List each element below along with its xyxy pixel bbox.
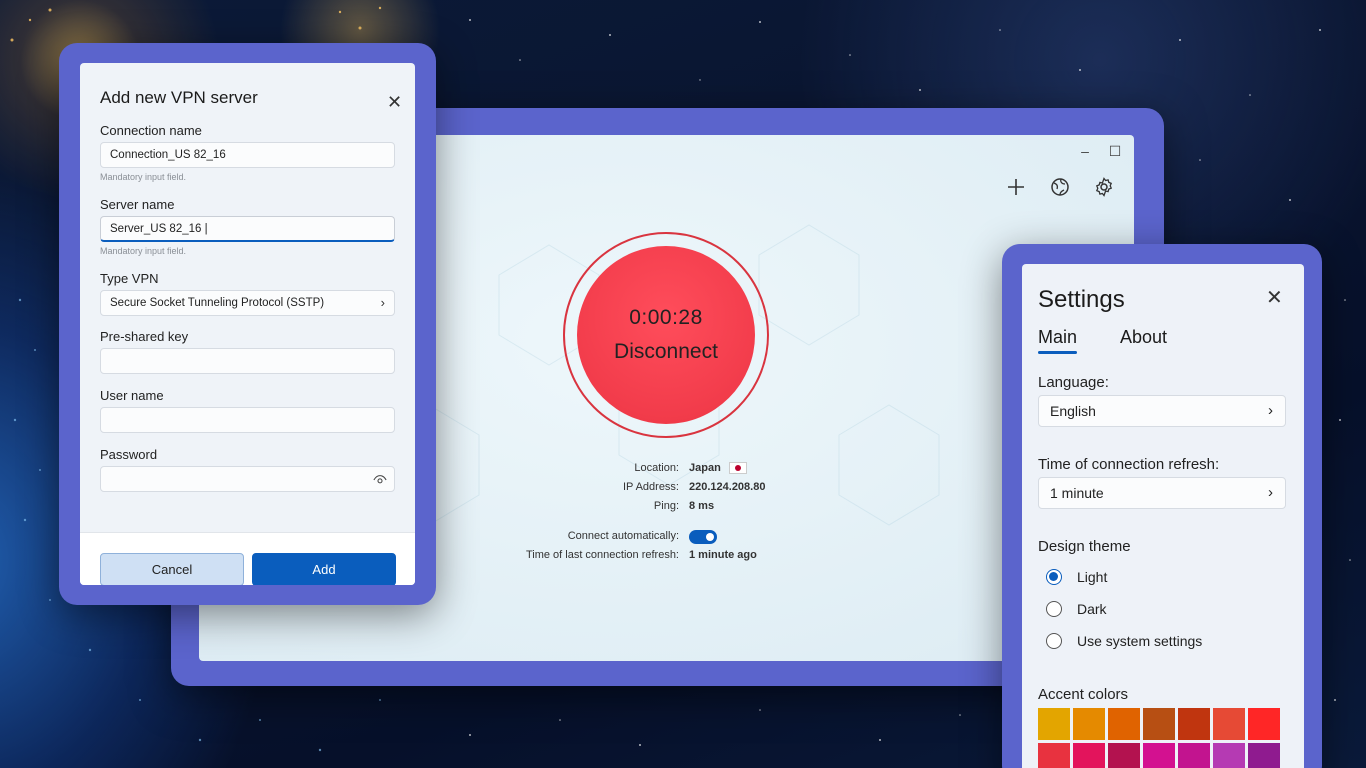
type-vpn-value: Secure Socket Tunneling Protocol (SSTP) bbox=[110, 297, 325, 309]
radio-unchecked-icon bbox=[1046, 633, 1062, 649]
connection-name-label: Connection name bbox=[100, 123, 202, 138]
user-name-label: User name bbox=[100, 388, 164, 403]
accent-swatch[interactable] bbox=[1038, 743, 1070, 768]
type-vpn-select[interactable]: Secure Socket Tunneling Protocol (SSTP) … bbox=[100, 290, 395, 316]
theme-light-radio[interactable]: Light bbox=[1046, 569, 1107, 585]
refresh-time-label: Time of connection refresh: bbox=[1038, 456, 1220, 473]
add-vpn-dialog-frame: Add new VPN server ✕ Connection name Con… bbox=[59, 43, 436, 605]
auto-connect-label: Connect automatically: bbox=[567, 530, 679, 542]
eye-icon[interactable] bbox=[373, 473, 387, 487]
password-input[interactable] bbox=[100, 466, 395, 492]
chevron-right-icon: › bbox=[1268, 402, 1273, 419]
ping-value: 8 ms bbox=[689, 500, 715, 512]
chevron-right-icon: › bbox=[380, 295, 385, 310]
accent-swatch[interactable] bbox=[1073, 708, 1105, 740]
disconnect-label: Disconnect bbox=[614, 340, 718, 363]
settings-panel-frame: Settings ✕ Main About Language: English … bbox=[1002, 244, 1322, 768]
dialog-title: Add new VPN server bbox=[100, 88, 258, 107]
close-icon[interactable]: ✕ bbox=[387, 93, 402, 111]
settings-title: Settings bbox=[1038, 286, 1125, 313]
location-row: Location: Japan bbox=[559, 462, 747, 474]
globe-icon[interactable] bbox=[1048, 175, 1072, 199]
accent-swatch[interactable] bbox=[1108, 708, 1140, 740]
psk-label: Pre-shared key bbox=[100, 329, 189, 344]
last-refresh-label: Time of last connection refresh: bbox=[525, 549, 679, 561]
accent-swatch[interactable] bbox=[1143, 743, 1175, 768]
theme-system-radio[interactable]: Use system settings bbox=[1046, 633, 1202, 649]
chevron-right-icon: › bbox=[1268, 484, 1273, 501]
accent-swatch[interactable] bbox=[1248, 743, 1280, 768]
type-vpn-label: Type VPN bbox=[100, 271, 159, 286]
add-icon[interactable] bbox=[1004, 175, 1028, 199]
server-name-input[interactable]: Server_US 82_16 | bbox=[100, 216, 395, 242]
accent-swatch[interactable] bbox=[1073, 743, 1105, 768]
ip-value: 220.124.208.80 bbox=[689, 481, 766, 493]
accent-swatch[interactable] bbox=[1248, 708, 1280, 740]
theme-light-label: Light bbox=[1077, 569, 1108, 585]
server-name-label: Server name bbox=[100, 197, 175, 212]
ip-row: IP Address: 220.124.208.80 bbox=[559, 481, 766, 493]
location-value: Japan bbox=[689, 462, 721, 474]
connection-timer: 0:00:28 bbox=[629, 306, 703, 329]
japan-flag-icon bbox=[728, 462, 747, 474]
minimize-button[interactable]: – bbox=[1073, 141, 1097, 161]
password-label: Password bbox=[100, 447, 158, 462]
user-name-input[interactable] bbox=[100, 407, 395, 433]
accent-swatch[interactable] bbox=[1178, 708, 1210, 740]
theme-dark-label: Dark bbox=[1077, 601, 1107, 617]
auto-connect-row: Connect automatically: bbox=[559, 530, 717, 544]
add-vpn-dialog: Add new VPN server ✕ Connection name Con… bbox=[80, 63, 415, 585]
last-refresh-row: Time of last connection refresh: 1 minut… bbox=[526, 549, 757, 561]
accent-color-grid bbox=[1038, 708, 1280, 768]
dialog-footer: Cancel Add bbox=[80, 532, 415, 585]
maximize-button[interactable]: ☐ bbox=[1103, 141, 1127, 161]
server-name-hint: Mandatory input field. bbox=[100, 246, 187, 256]
radio-unchecked-icon bbox=[1046, 601, 1062, 617]
theme-system-label: Use system settings bbox=[1077, 633, 1203, 649]
accent-swatch[interactable] bbox=[1178, 743, 1210, 768]
refresh-time-value: 1 minute bbox=[1050, 485, 1104, 501]
theme-dark-radio[interactable]: Dark bbox=[1046, 601, 1107, 617]
accent-swatch[interactable] bbox=[1143, 708, 1175, 740]
gear-icon[interactable] bbox=[1092, 175, 1116, 199]
settings-panel: Settings ✕ Main About Language: English … bbox=[1022, 264, 1304, 768]
cancel-button[interactable]: Cancel bbox=[100, 553, 244, 585]
accent-swatch[interactable] bbox=[1213, 743, 1245, 768]
location-label: Location: bbox=[634, 462, 679, 474]
tab-about[interactable]: About bbox=[1120, 327, 1167, 348]
close-icon[interactable]: ✕ bbox=[1266, 288, 1283, 308]
refresh-time-select[interactable]: 1 minute › bbox=[1038, 477, 1286, 509]
design-theme-heading: Design theme bbox=[1038, 538, 1131, 555]
last-refresh-value: 1 minute ago bbox=[689, 549, 757, 561]
disconnect-button[interactable]: 0:00:28 Disconnect bbox=[577, 246, 755, 424]
language-label: Language: bbox=[1038, 374, 1109, 391]
accent-swatch[interactable] bbox=[1108, 743, 1140, 768]
language-select[interactable]: English › bbox=[1038, 395, 1286, 427]
connection-name-hint: Mandatory input field. bbox=[100, 172, 187, 182]
disconnect-ring: 0:00:28 Disconnect bbox=[563, 232, 769, 438]
add-button[interactable]: Add bbox=[252, 553, 396, 585]
tab-main[interactable]: Main bbox=[1038, 327, 1078, 354]
accent-swatch[interactable] bbox=[1038, 708, 1070, 740]
accent-swatch[interactable] bbox=[1213, 708, 1245, 740]
psk-input[interactable] bbox=[100, 348, 395, 374]
ping-row: Ping: 8 ms bbox=[559, 500, 714, 512]
close-button[interactable]: ✕ bbox=[1133, 141, 1134, 161]
accent-colors-heading: Accent colors bbox=[1038, 686, 1129, 703]
auto-connect-toggle[interactable] bbox=[689, 530, 717, 544]
language-value: English bbox=[1050, 403, 1096, 419]
ip-label: IP Address: bbox=[622, 481, 679, 493]
ping-label: Ping: bbox=[653, 500, 679, 512]
radio-checked-icon bbox=[1046, 569, 1062, 585]
connection-name-input[interactable]: Connection_US 82_16 bbox=[100, 142, 395, 168]
